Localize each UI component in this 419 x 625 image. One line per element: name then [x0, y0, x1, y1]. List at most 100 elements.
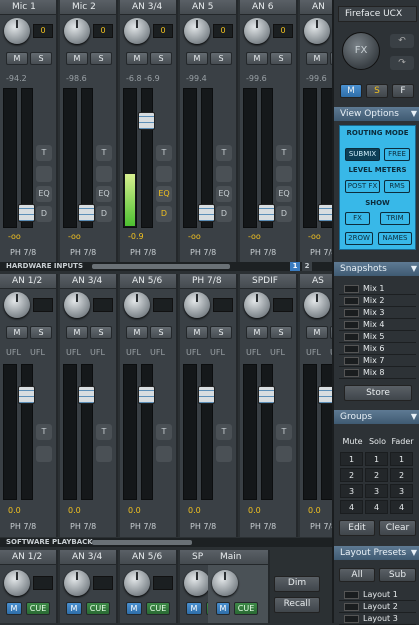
sw-scrollbar[interactable]: [92, 540, 192, 545]
output-knob[interactable]: [64, 570, 90, 596]
snapshot-item[interactable]: Mix 2: [339, 295, 416, 307]
cue-button[interactable]: CUE: [146, 602, 170, 615]
group-cell[interactable]: 2: [340, 468, 363, 482]
snapshot-item[interactable]: Mix 4: [339, 319, 416, 331]
output-route[interactable]: PH 7/8: [130, 248, 156, 257]
volume-fader[interactable]: [198, 204, 215, 222]
wrench-icon[interactable]: [96, 446, 112, 462]
gain-knob[interactable]: [304, 18, 330, 44]
mute-button[interactable]: M: [66, 602, 82, 615]
free-button[interactable]: FREE: [384, 148, 410, 161]
submix-button[interactable]: SUBMIX: [345, 148, 380, 161]
eq-button[interactable]: EQ: [36, 186, 52, 202]
fader-track[interactable]: [21, 364, 33, 500]
trim-button[interactable]: TRIM: [380, 212, 410, 225]
group-cell[interactable]: 3: [390, 484, 413, 498]
channel-name[interactable]: AN 3/4: [60, 550, 116, 565]
names-button[interactable]: NAMES: [378, 232, 412, 245]
gain-knob[interactable]: [244, 18, 270, 44]
dynamics-button[interactable]: D: [36, 206, 52, 222]
volume-fader[interactable]: [138, 112, 155, 130]
output-route[interactable]: PH 7/8: [10, 522, 36, 531]
channel-name[interactable]: AN 3/4: [120, 0, 176, 15]
group-cell[interactable]: 3: [365, 484, 388, 498]
output-route[interactable]: PH 7/8: [10, 248, 36, 257]
fader-track[interactable]: [321, 364, 332, 500]
output-knob[interactable]: [184, 570, 210, 596]
output-knob[interactable]: [4, 570, 30, 596]
volume-fader[interactable]: [18, 204, 35, 222]
wrench-icon[interactable]: [96, 166, 112, 182]
mute-button[interactable]: M: [6, 602, 22, 615]
solo-button[interactable]: S: [30, 326, 52, 339]
volume-fader[interactable]: [198, 386, 215, 404]
channel-name[interactable]: AN 1/2: [0, 274, 56, 289]
output-knob[interactable]: [124, 570, 150, 596]
mute-button[interactable]: M: [66, 326, 88, 339]
cue-button[interactable]: CUE: [86, 602, 110, 615]
solo-button[interactable]: S: [150, 326, 172, 339]
fx-fader-button[interactable]: F: [392, 84, 414, 98]
main-cue-button[interactable]: CUE: [234, 602, 258, 615]
hw-scrollbar[interactable]: [92, 264, 230, 269]
eq-button[interactable]: EQ: [276, 186, 292, 202]
group-cell[interactable]: 1: [365, 452, 388, 466]
trim-button[interactable]: T: [216, 145, 232, 161]
main-mute-button[interactable]: M: [216, 602, 230, 615]
channel-name[interactable]: Mic 1: [0, 0, 56, 15]
rms-button[interactable]: RMS: [384, 180, 410, 193]
group-cell[interactable]: 4: [390, 500, 413, 514]
volume-fader[interactable]: [258, 204, 275, 222]
channel-name[interactable]: AS: [300, 274, 332, 289]
solo-button[interactable]: S: [150, 52, 172, 65]
recall-button[interactable]: Recall: [274, 597, 320, 613]
gain-knob[interactable]: [184, 18, 210, 44]
fader-track[interactable]: [141, 364, 153, 500]
channel-name[interactable]: AN: [300, 0, 332, 15]
solo-button[interactable]: S: [210, 52, 232, 65]
pan-knob[interactable]: [64, 292, 90, 318]
store-button[interactable]: Store: [344, 385, 412, 401]
wrench-icon[interactable]: [156, 166, 172, 182]
channel-name[interactable]: SPDIF: [240, 274, 296, 289]
gain-knob[interactable]: [64, 18, 90, 44]
dynamics-button[interactable]: D: [216, 206, 232, 222]
channel-name[interactable]: AN 5/6: [120, 274, 176, 289]
hw-page-2[interactable]: 2: [302, 262, 312, 271]
fx-solo-button[interactable]: S: [366, 84, 388, 98]
channel-name[interactable]: AN 6: [240, 0, 296, 15]
snapshot-item[interactable]: Mix 6: [339, 343, 416, 355]
fader-track[interactable]: [201, 364, 213, 500]
volume-fader[interactable]: [78, 204, 95, 222]
solo-button[interactable]: S: [270, 52, 292, 65]
eq-button[interactable]: EQ: [156, 186, 172, 202]
output-route[interactable]: PH 7/8: [190, 522, 216, 531]
layout-preset-item[interactable]: Layout 3: [339, 613, 416, 625]
volume-fader[interactable]: [78, 386, 95, 404]
solo-button[interactable]: S: [210, 326, 232, 339]
output-route[interactable]: PH 7/8: [310, 248, 332, 257]
mute-button[interactable]: M: [126, 52, 148, 65]
device-selector[interactable]: Fireface UCX: [338, 6, 417, 22]
mute-button[interactable]: M: [306, 52, 328, 65]
mute-button[interactable]: M: [246, 52, 268, 65]
dynamics-button[interactable]: D: [156, 206, 172, 222]
solo-button[interactable]: S: [270, 326, 292, 339]
pan-knob[interactable]: [124, 292, 150, 318]
pan-knob[interactable]: [304, 292, 330, 318]
volume-fader[interactable]: [258, 386, 275, 404]
mute-button[interactable]: M: [66, 52, 88, 65]
trim-button[interactable]: T: [276, 424, 292, 440]
output-route[interactable]: PH 7/8: [70, 522, 96, 531]
trim-button[interactable]: T: [36, 145, 52, 161]
trim-button[interactable]: T: [96, 424, 112, 440]
sub-button[interactable]: Sub: [379, 568, 416, 582]
show-fx-button[interactable]: FX: [345, 212, 370, 225]
solo-button[interactable]: S: [90, 52, 112, 65]
group-cell[interactable]: 1: [340, 452, 363, 466]
channel-name[interactable]: AN 5: [180, 0, 236, 15]
solo-button[interactable]: S: [90, 326, 112, 339]
fader-track[interactable]: [141, 88, 153, 228]
output-route[interactable]: PH 7/8: [190, 248, 216, 257]
output-route[interactable]: PH 7/8: [130, 522, 156, 531]
